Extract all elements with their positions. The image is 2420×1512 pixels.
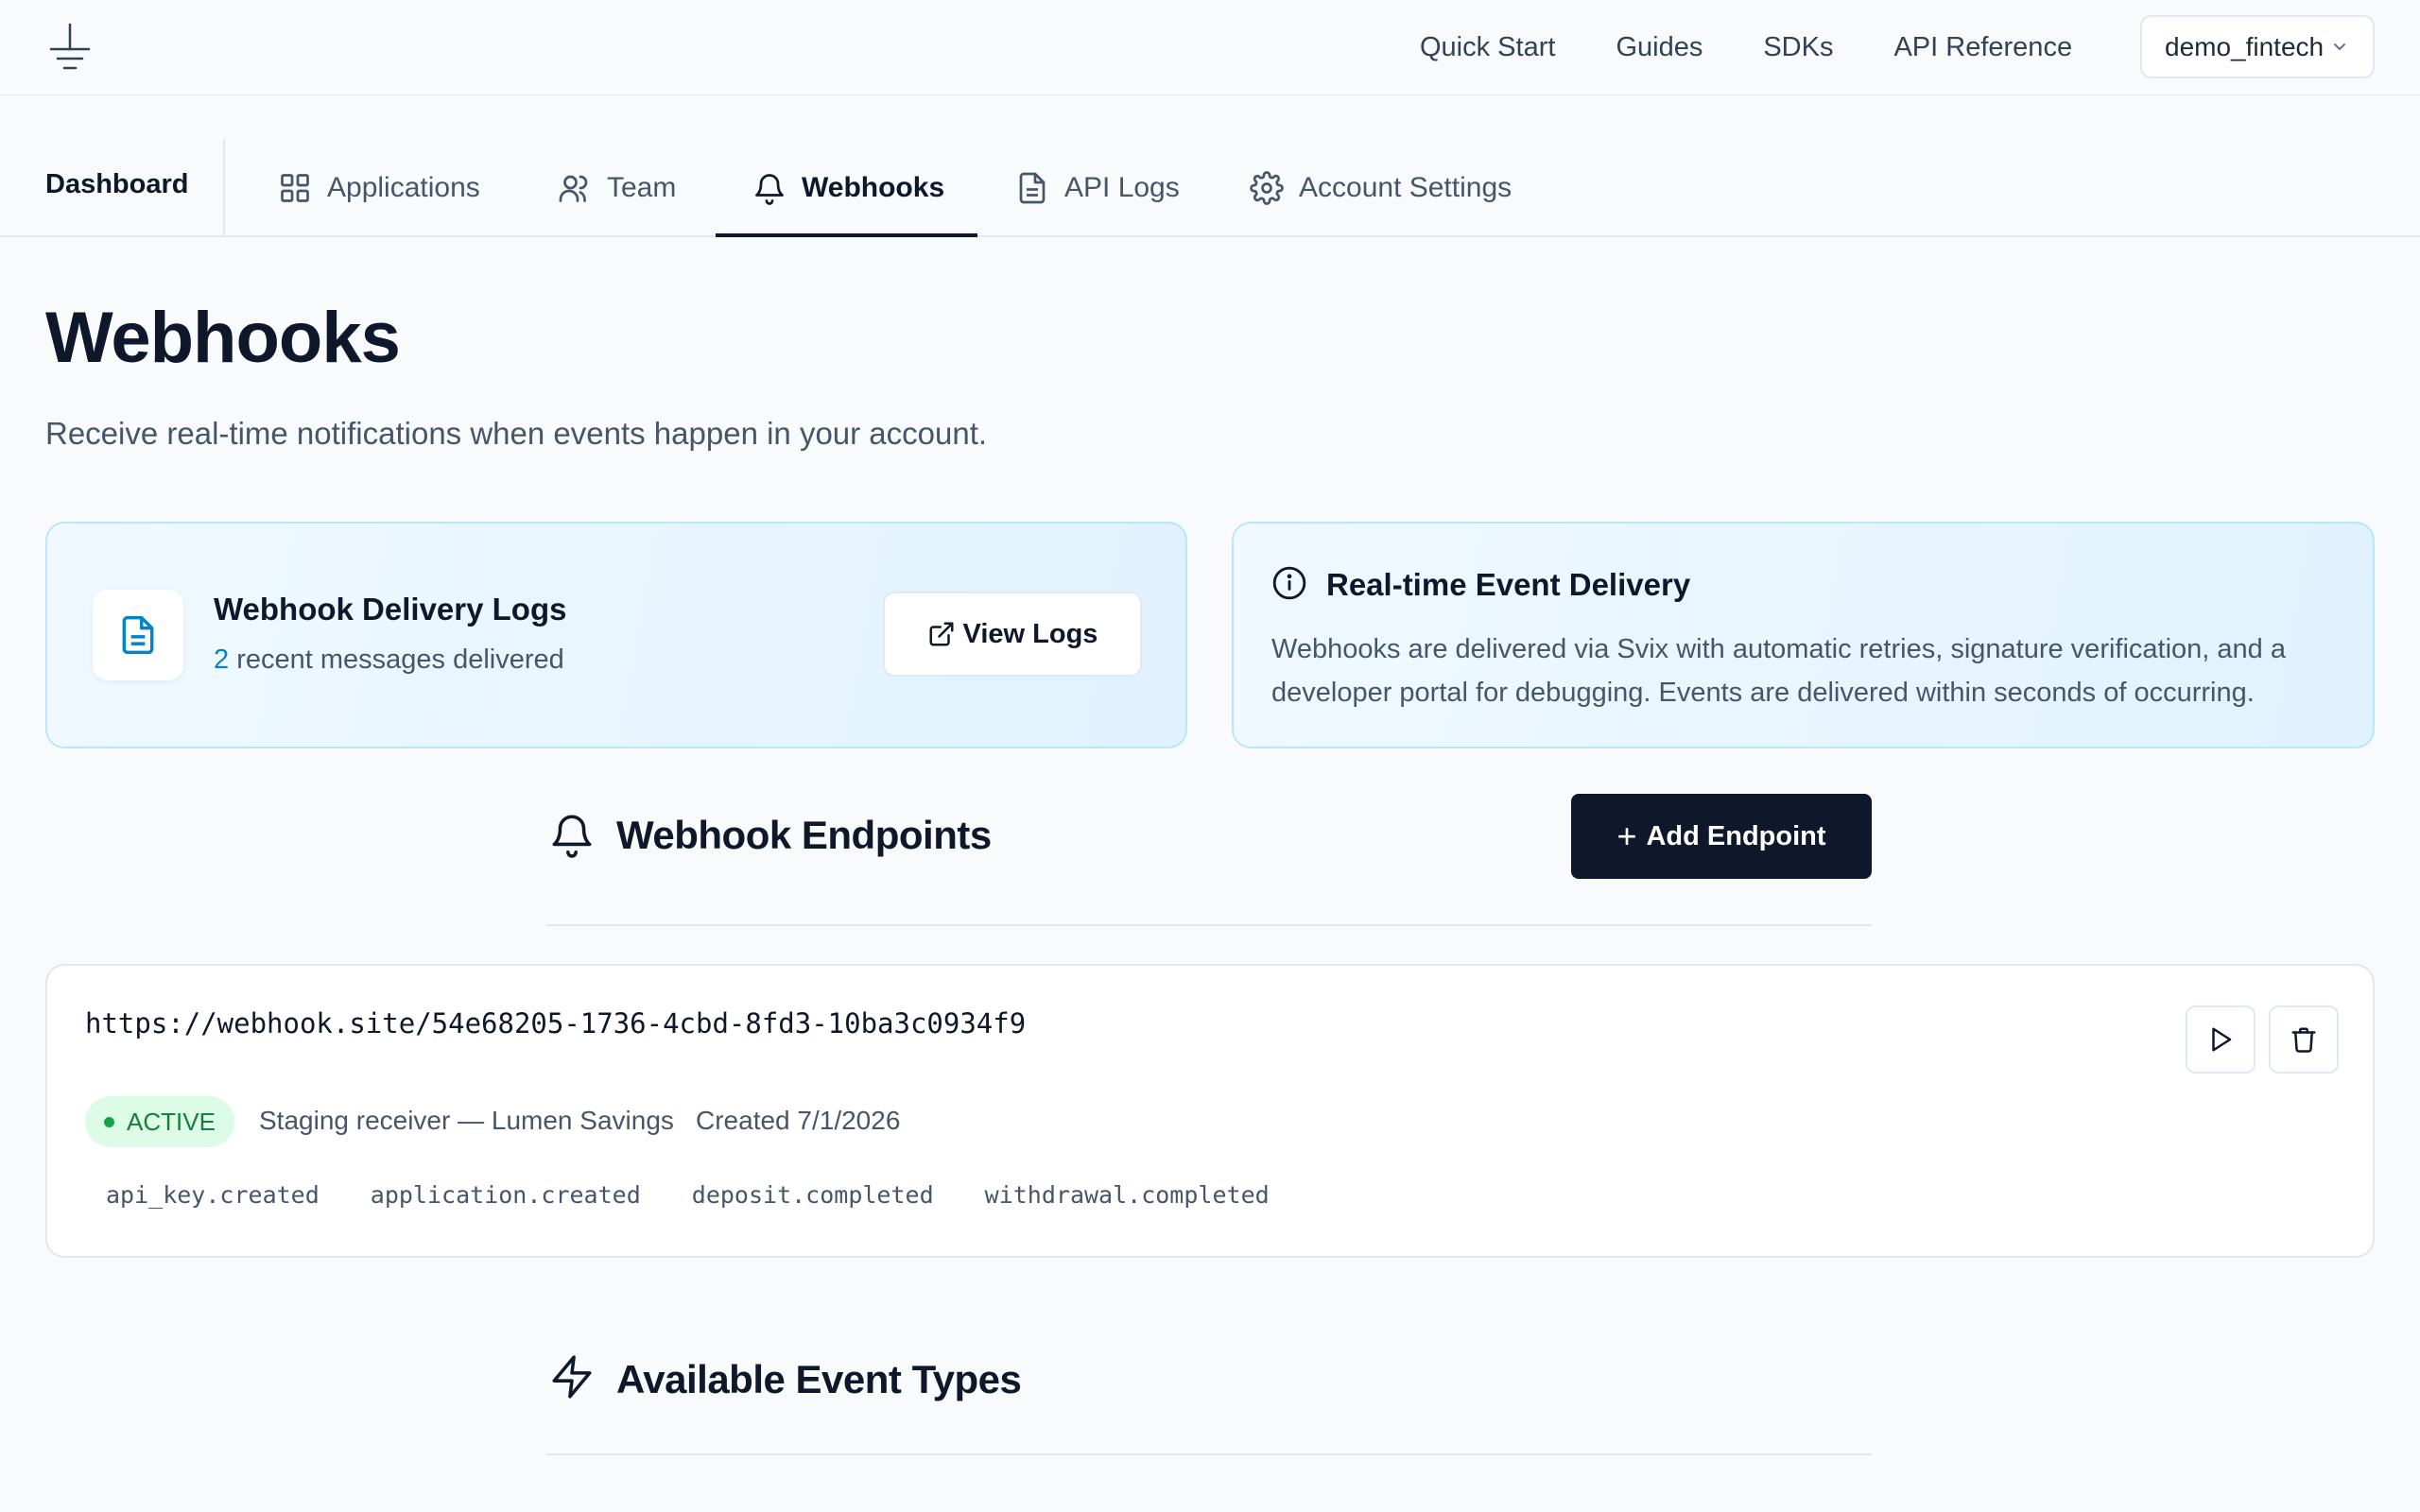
- message-count: 2: [214, 644, 230, 675]
- tab-label: API Logs: [1064, 172, 1180, 203]
- tab-webhooks[interactable]: Webhooks: [752, 139, 944, 237]
- bell-icon: [755, 174, 784, 205]
- lightning-icon: [552, 1355, 592, 1399]
- users-icon: [559, 175, 588, 202]
- tab-team[interactable]: Team: [558, 139, 676, 237]
- status-dot: [104, 1117, 114, 1127]
- active-tab-indicator: [716, 233, 977, 237]
- delivery-logs-meta: 2 recent messages delivered: [214, 644, 564, 676]
- page-title: Webhooks: [45, 298, 401, 378]
- document-tile: [93, 590, 183, 680]
- bell-icon: [552, 815, 592, 858]
- endpoints-header: Webhook Endpoints + Add Endpoint: [546, 794, 1872, 926]
- view-logs-button[interactable]: View Logs: [883, 592, 1142, 677]
- tab-label: Team: [607, 172, 677, 203]
- tab-label: Webhooks: [802, 172, 945, 203]
- add-endpoint-button[interactable]: + Add Endpoint: [1571, 794, 1872, 879]
- plus-icon: +: [1616, 816, 1637, 855]
- event-types-header: Available Event Types: [546, 1323, 1872, 1455]
- top-nav: Quick Start Guides SDKs API Reference: [1420, 0, 2133, 95]
- delete-endpoint-button[interactable]: [2269, 1005, 2339, 1074]
- nav-api-reference[interactable]: API Reference: [1893, 32, 2072, 63]
- tab-applications[interactable]: Applications: [278, 139, 480, 237]
- logo-icon[interactable]: [49, 23, 91, 74]
- nav-sdks[interactable]: SDKs: [1763, 32, 1833, 63]
- tab-label: Applications: [327, 172, 480, 203]
- event-types-title: Available Event Types: [616, 1357, 1022, 1401]
- view-logs-label: View Logs: [962, 618, 1098, 649]
- event-tag: application.created: [370, 1181, 641, 1209]
- endpoint-url: https://webhook.site/54e68205-1736-4cbd-…: [85, 1007, 1027, 1040]
- file-text-icon: [1019, 172, 1046, 204]
- trash-icon: [2291, 1027, 2316, 1053]
- nav-guides[interactable]: Guides: [1616, 32, 1703, 63]
- tab-label: Account Settings: [1299, 172, 1512, 203]
- endpoint-created-date: Created 7/1/2026: [696, 1106, 901, 1135]
- gear-icon: [1250, 171, 1284, 205]
- status-label: ACTIVE: [127, 1107, 216, 1136]
- info-icon: [1272, 566, 1306, 600]
- event-list: api_key.created application.created depo…: [87, 1176, 1302, 1214]
- tab-bar: Dashboard Applications Team Webhooks API…: [0, 95, 2420, 237]
- realtime-info-card: Real-time Event Delivery Webhooks are de…: [1232, 522, 2375, 748]
- divider: [223, 139, 225, 237]
- nav-quick-start[interactable]: Quick Start: [1420, 32, 1555, 63]
- tab-account-settings[interactable]: Account Settings: [1250, 139, 1512, 237]
- message-count-suffix: recent messages delivered: [229, 644, 564, 675]
- realtime-body: Webhooks are delivered via Svix with aut…: [1271, 634, 2286, 708]
- tab-api-logs[interactable]: API Logs: [1015, 139, 1180, 237]
- top-bar: Quick Start Guides SDKs API Reference de…: [0, 0, 2420, 95]
- grid-icon: [281, 174, 309, 202]
- delivery-logs-title: Webhook Delivery Logs: [214, 592, 567, 627]
- status-badge: ACTIVE: [85, 1096, 234, 1147]
- account-switcher[interactable]: demo_fintech: [2140, 15, 2375, 78]
- dashboard-label[interactable]: Dashboard: [45, 169, 188, 200]
- page-subtitle: Receive real-time notifications when eve…: [45, 416, 988, 451]
- event-tag: api_key.created: [106, 1181, 320, 1209]
- document-icon: [122, 615, 154, 655]
- event-tag: withdrawal.completed: [984, 1181, 1270, 1209]
- add-endpoint-label: Add Endpoint: [1646, 820, 1826, 851]
- chevron-down-icon: [2334, 43, 2345, 50]
- event-tag: deposit.completed: [691, 1181, 934, 1209]
- account-name: demo_fintech: [2165, 31, 2325, 61]
- realtime-title: Real-time Event Delivery: [1326, 567, 1691, 602]
- external-link-icon: [929, 622, 954, 646]
- endpoint-description: Staging receiver — Lumen Savings: [259, 1106, 674, 1135]
- test-endpoint-button[interactable]: [2186, 1005, 2256, 1074]
- endpoints-title: Webhook Endpoints: [616, 813, 992, 857]
- endpoint-card: https://webhook.site/54e68205-1736-4cbd-…: [45, 964, 2375, 1258]
- delivery-logs-card: Webhook Delivery Logs 2 recent messages …: [45, 522, 1187, 748]
- play-icon: [2212, 1027, 2232, 1052]
